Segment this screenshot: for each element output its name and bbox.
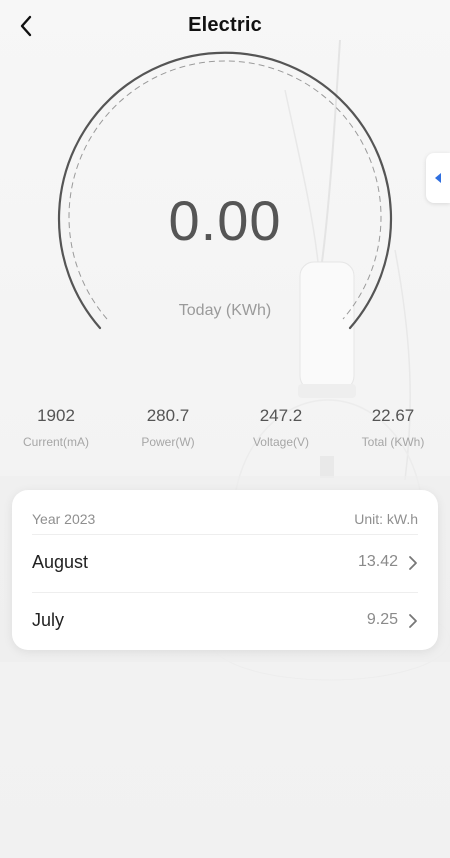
unit-label: Unit: kW.h — [354, 511, 418, 527]
stat-voltage: 247.2 Voltage(V) — [225, 406, 337, 449]
stat-label: Current(mA) — [22, 435, 89, 449]
today-energy-label: Today (KWh) — [178, 302, 272, 319]
side-panel-toggle[interactable] — [426, 153, 450, 203]
stat-label: Total (KWh) — [361, 435, 425, 449]
month-name: August — [32, 552, 89, 572]
stat-label: Voltage(V) — [252, 435, 310, 449]
chevron-right-icon — [409, 614, 417, 628]
month-value: 9.25 — [366, 611, 398, 628]
month-row-august[interactable]: August 13.42 — [32, 534, 420, 592]
electric-stats: 1902 Current(mA) 280.7 Power(W) 247.2 Vo… — [0, 406, 450, 456]
month-value: 13.42 — [357, 553, 398, 570]
stat-power: 280.7 Power(W) — [112, 406, 224, 449]
card-header: Year 2023 Unit: kW.h — [32, 511, 418, 529]
app-screen: Electric 0.00 Today (KWh) 1902 Current(m… — [0, 0, 450, 858]
year-label: Year 2023 — [32, 511, 96, 527]
energy-gauge: 0.00 Today (KWh) — [0, 40, 450, 350]
monthly-usage-card: Year 2023 Unit: kW.h August 13.42 July 9… — [12, 490, 438, 650]
page-title: Electric — [188, 14, 262, 36]
month-name: July — [32, 610, 65, 630]
today-energy-value: 0.00 — [168, 189, 282, 252]
stat-current: 1902 Current(mA) — [0, 406, 112, 449]
stat-value: 247.2 — [259, 406, 303, 425]
stat-label: Power(W) — [141, 435, 195, 449]
chevron-right-icon — [409, 556, 417, 570]
stat-value: 1902 — [37, 406, 75, 425]
triangle-left-icon — [435, 173, 441, 183]
stat-value: 22.67 — [371, 406, 415, 425]
stat-total: 22.67 Total (KWh) — [337, 406, 449, 449]
month-row-july[interactable]: July 9.25 — [32, 592, 420, 650]
stat-value: 280.7 — [146, 406, 190, 425]
